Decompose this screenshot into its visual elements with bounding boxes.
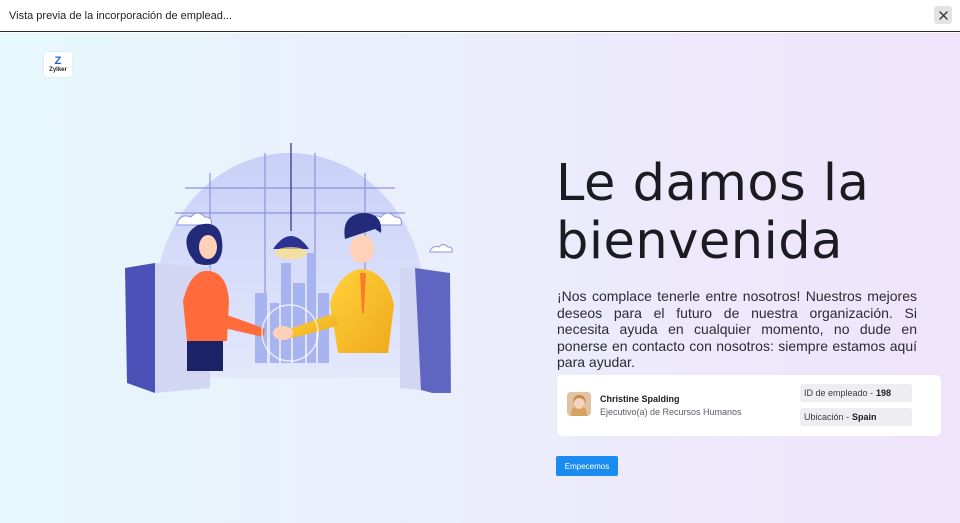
employee-id-label: ID de empleado - (804, 388, 874, 398)
employee-location-label: Ubicación - (804, 412, 850, 422)
employee-card: Christine Spalding Ejecutivo(a) de Recur… (557, 375, 941, 436)
employee-avatar (567, 392, 591, 416)
avatar-image (567, 392, 591, 416)
employee-name: Christine Spalding (600, 394, 680, 404)
close-icon (938, 10, 948, 20)
employee-location-chip: Ubicación - Spain (800, 408, 912, 426)
logo-mark: Z (54, 54, 62, 67)
close-button[interactable] (934, 6, 952, 24)
employee-id-value: 198 (876, 388, 892, 398)
window-title: Vista previa de la incorporación de empl… (9, 10, 232, 22)
start-button[interactable]: Empecemos (556, 456, 618, 476)
logo-text: Zylker (49, 66, 67, 73)
welcome-message: ¡Nos complace tenerle entre nosotros! Nu… (557, 288, 917, 370)
handshake-illustration (125, 143, 453, 393)
welcome-stage: Z Zylker Le damos la bienvenida ¡Nos com… (0, 33, 960, 523)
welcome-heading: Le damos la bienvenida (556, 154, 870, 271)
window-titlebar: Vista previa de la incorporación de empl… (0, 0, 960, 32)
employee-location-value: Spain (852, 412, 877, 422)
employee-role: Ejecutivo(a) de Recursos Humanos (600, 407, 742, 417)
employee-id-chip: ID de empleado - 198 (800, 384, 912, 402)
company-logo: Z Zylker (44, 52, 72, 77)
